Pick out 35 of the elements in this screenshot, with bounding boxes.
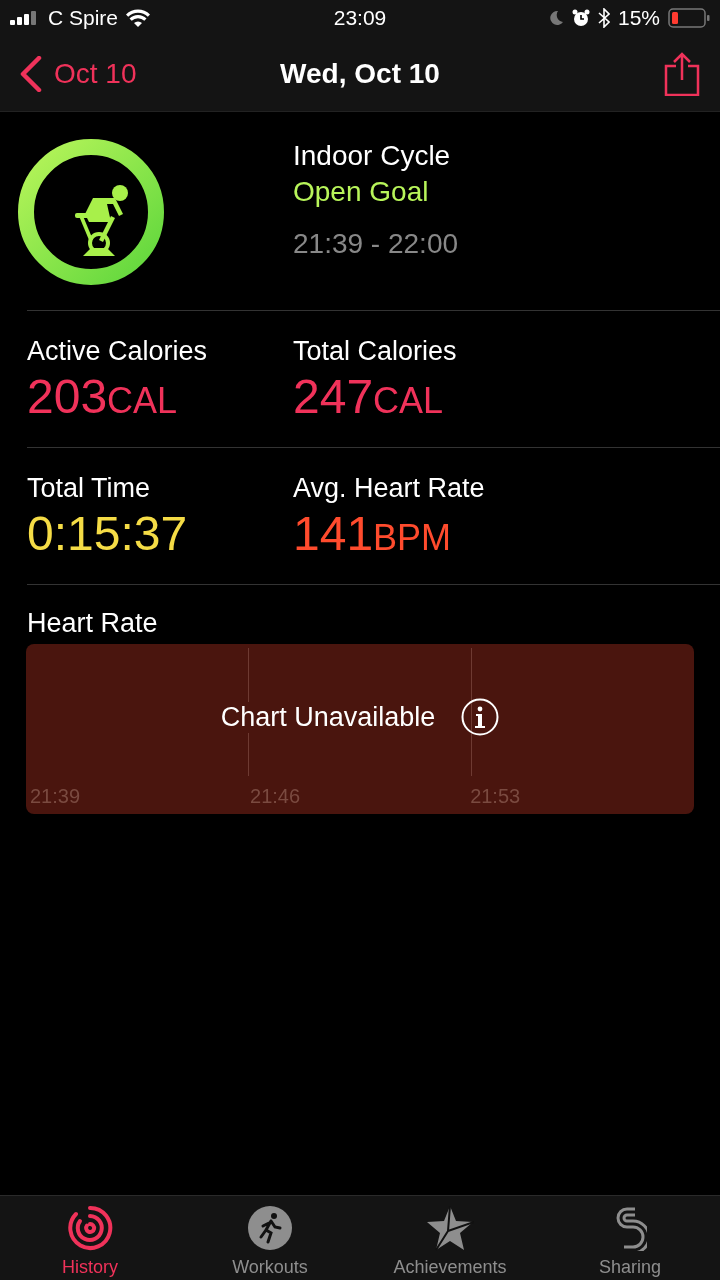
tab[interactable]: History [10, 1196, 170, 1280]
runner-icon [247, 1205, 293, 1251]
nav-title: Wed, Oct 10 [280, 57, 440, 90]
chevron-left-icon [20, 55, 42, 92]
bluetooth-icon [597, 8, 610, 28]
share-button[interactable] [664, 51, 700, 96]
tab[interactable]: Sharing [550, 1196, 710, 1280]
tab[interactable]: Achievements [370, 1196, 530, 1280]
clock-time: 23:09 [333, 6, 387, 30]
workout-goal: Open Goal [293, 175, 430, 209]
info-icon[interactable] [461, 698, 500, 736]
wifi-icon [126, 9, 151, 27]
stat-value: 141BPM [293, 506, 453, 562]
rings-icon [67, 1205, 113, 1251]
battery-icon [668, 8, 710, 28]
workout-time-range: 21:39 - 22:00 [293, 227, 459, 261]
section-title: Heart Rate [27, 607, 159, 639]
chart-message: Chart Unavailable [220, 701, 436, 733]
moon-icon [547, 10, 564, 26]
carrier-name: C Spire [48, 6, 119, 30]
stat-label: Avg. Heart Rate [293, 472, 486, 505]
stat-value: 0:15:37 [27, 506, 189, 562]
star-icon [426, 1205, 474, 1251]
stat-value: 247CAL [293, 369, 445, 425]
workout-ring-icon [17, 138, 165, 286]
battery-percent: 15% [617, 6, 660, 30]
stat-label: Active Calories [27, 335, 209, 368]
back-button[interactable]: Oct 10 [20, 55, 137, 92]
alarm-clock-icon [571, 9, 590, 27]
share-icon [664, 51, 700, 96]
tab[interactable]: Workouts [190, 1196, 350, 1280]
stat-label: Total Calories [293, 335, 458, 368]
stat-value: 203CAL [27, 369, 179, 425]
stat-label: Total Time [27, 472, 152, 505]
workout-name: Indoor Cycle [293, 139, 452, 173]
